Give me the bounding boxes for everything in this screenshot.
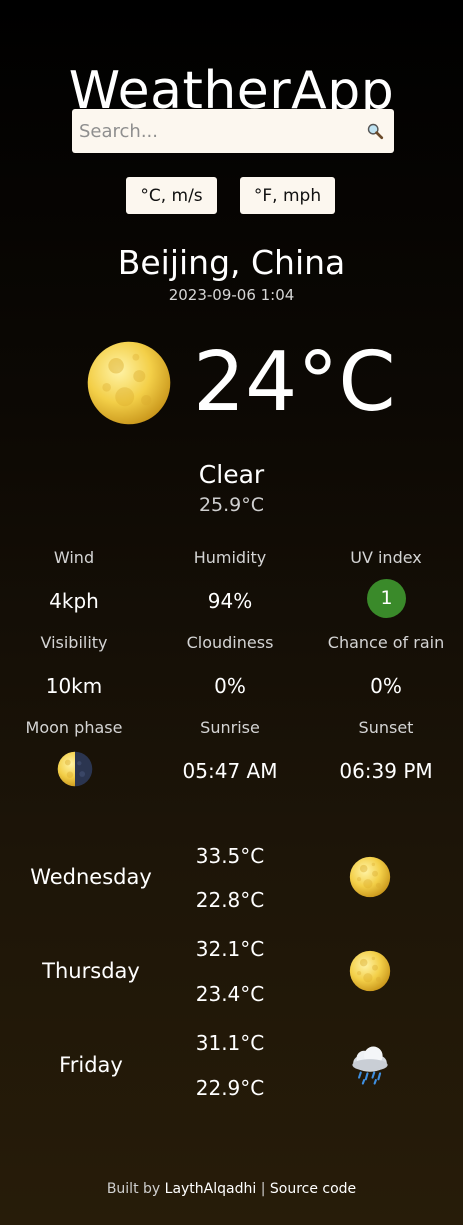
chance-of-rain-value: 0% [370,674,402,698]
wind-label: Wind [53,548,95,567]
forecast-day-name: Thursday [42,959,140,983]
forecast-high-temp: 33.5°C [195,844,265,868]
forecast-high-temp: 31.1°C [195,1031,265,1055]
sunrise-value: 05:47 AM [182,759,278,783]
search-bar [72,109,394,153]
search-icon[interactable] [366,122,384,140]
wind-value: 4kph [49,589,99,613]
full-moon-icon [349,950,391,992]
rain-cloud-icon [352,1046,388,1085]
author-link[interactable]: LaythAlqadhi [165,1181,257,1197]
footer-separator: | [256,1181,270,1197]
current-temperature: 24°C [193,335,396,430]
full-moon-icon [349,856,391,898]
footer: Built by LaythAlqadhi | Source code [0,1181,463,1197]
sunrise-label: Sunrise [200,718,260,737]
metric-units-button[interactable]: °C, m/s [126,177,217,214]
forecast-day-name: Wednesday [30,865,152,889]
chance-of-rain-label: Chance of rain [327,633,445,652]
location-name: Beijing, China [117,243,346,282]
last-quarter-moon-icon [57,751,93,787]
feels-like-temperature: 25.9°C [198,494,265,516]
cloudiness-label: Cloudiness [186,633,274,652]
current-condition: Clear [198,460,265,489]
search-input[interactable] [72,109,362,153]
forecast-low-temp: 22.8°C [195,888,265,912]
forecast-low-temp: 23.4°C [195,982,265,1006]
source-code-link[interactable]: Source code [270,1181,356,1197]
humidity-label: Humidity [193,548,267,567]
cloudiness-value: 0% [214,674,246,698]
visibility-label: Visibility [40,633,108,652]
sunset-label: Sunset [358,718,414,737]
forecast-low-temp: 22.9°C [195,1076,265,1100]
full-moon-icon [86,340,172,426]
local-datetime: 2023-09-06 1:04 [168,286,295,304]
sunset-value: 06:39 PM [339,759,433,783]
forecast-high-temp: 32.1°C [195,937,265,961]
humidity-value: 94% [207,589,253,613]
visibility-value: 10km [45,674,103,698]
imperial-units-button[interactable]: °F, mph [240,177,335,214]
moon-phase-label: Moon phase [25,718,123,737]
uv-index-label: UV index [350,548,422,567]
uv-index-badge: 1 [367,579,406,618]
footer-prefix: Built by [106,1181,165,1197]
forecast-day-name: Friday [59,1053,123,1077]
